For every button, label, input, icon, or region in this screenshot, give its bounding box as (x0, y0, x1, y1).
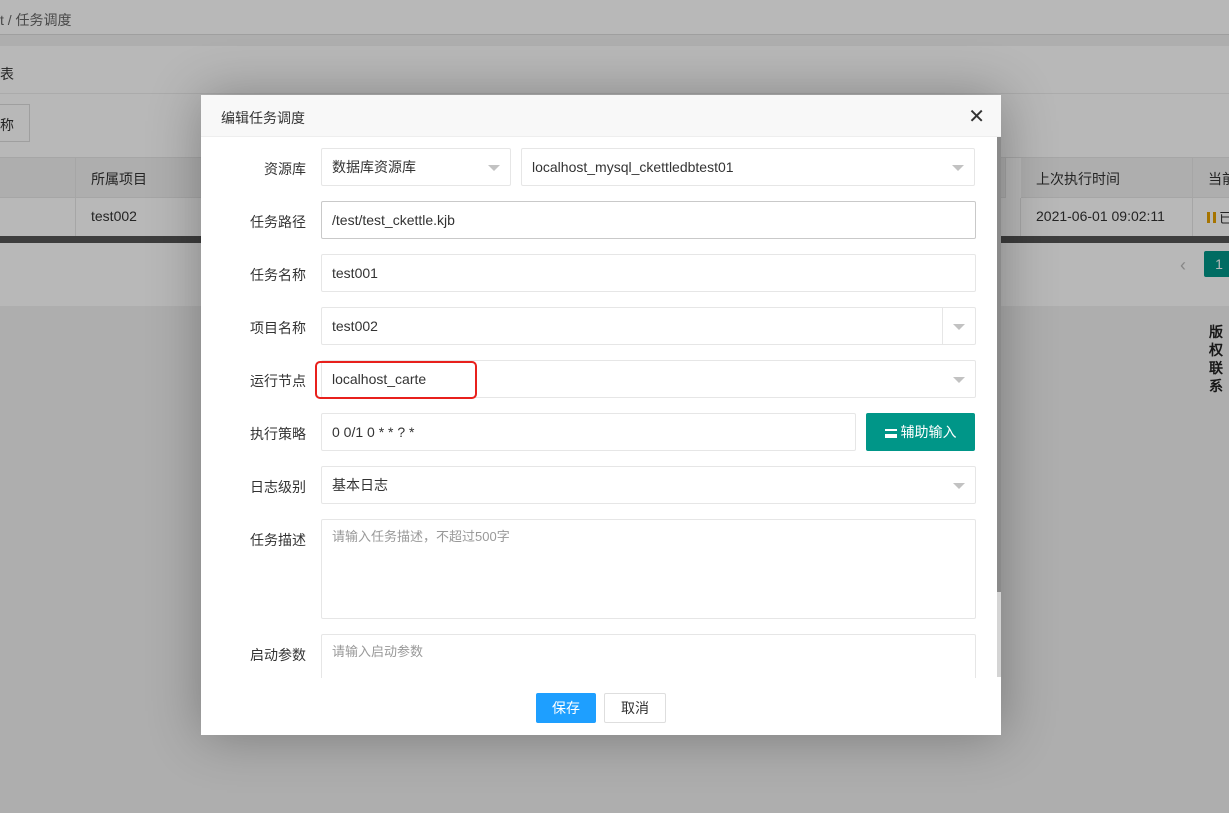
project-select[interactable]: test002 (321, 307, 976, 345)
dialog-scrollbar-thumb[interactable] (997, 137, 1001, 592)
chevron-down-icon (953, 324, 965, 330)
cron-input[interactable]: 0 0/1 0 * * ? * (321, 413, 856, 451)
aux-input-button[interactable]: 辅助输入 (866, 413, 975, 451)
chevron-down-icon (488, 165, 500, 171)
project-label: 项目名称 (250, 320, 306, 336)
repo-label: 资源库 (264, 161, 306, 177)
chevron-down-icon (953, 377, 965, 383)
repo-type-select[interactable]: 数据库资源库 (321, 148, 511, 186)
close-icon[interactable]: ✕ (968, 104, 985, 129)
dialog-title: 编辑任务调度 (201, 95, 1001, 137)
save-button[interactable]: 保存 (536, 693, 596, 723)
chevron-down-icon (953, 483, 965, 489)
desc-textarea[interactable]: 请输入任务描述，不超过500字 (321, 519, 976, 619)
log-level-label: 日志级别 (250, 479, 306, 495)
log-level-select[interactable]: 基本日志 (321, 466, 976, 504)
chevron-down-icon (952, 165, 964, 171)
path-input[interactable]: /test/test_ckettle.kjb (321, 201, 976, 239)
repo-name-select[interactable]: localhost_mysql_ckettledbtest01 (521, 148, 975, 186)
cron-label: 执行策略 (250, 426, 306, 442)
sliders-icon (884, 429, 897, 438)
params-textarea[interactable]: 请输入启动参数 (321, 634, 976, 678)
task-name-label: 任务名称 (250, 267, 306, 283)
node-label: 运行节点 (250, 373, 306, 389)
task-name-input[interactable]: test001 (321, 254, 976, 292)
path-label: 任务路径 (250, 214, 306, 230)
edit-task-dialog: 编辑任务调度 ✕ 资源库 数据库资源库 localhost_mysql_cket… (201, 95, 1001, 735)
highlight-box (315, 361, 477, 399)
desc-label: 任务描述 (250, 532, 306, 548)
params-label: 启动参数 (250, 647, 306, 663)
cancel-button[interactable]: 取消 (604, 693, 666, 723)
